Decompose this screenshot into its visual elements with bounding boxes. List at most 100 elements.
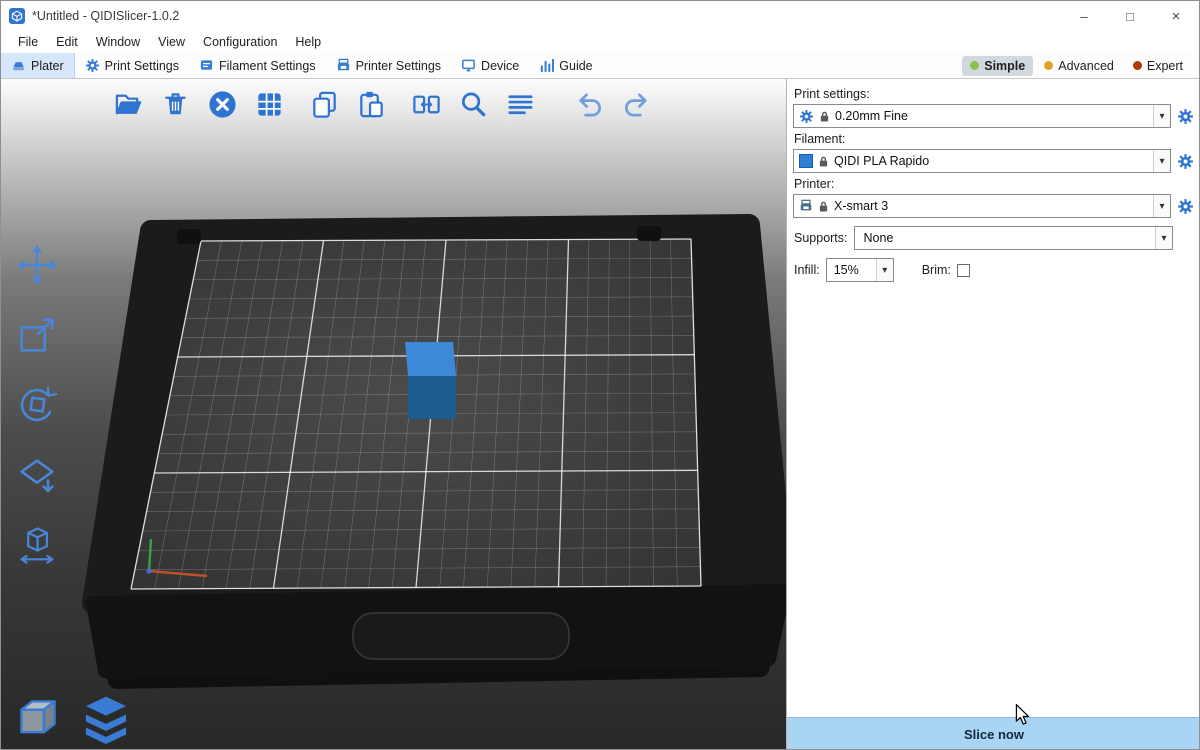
tab-label: Filament Settings <box>219 59 316 73</box>
advanced-dot-icon <box>1044 61 1053 70</box>
lock-icon <box>818 200 829 213</box>
redo-button[interactable] <box>617 85 655 123</box>
edit-printer-button[interactable] <box>1175 196 1195 216</box>
window-title: *Untitled - QIDISlicer-1.0.2 <box>32 9 179 23</box>
paste-button[interactable] <box>352 85 390 123</box>
menu-window[interactable]: Window <box>87 35 149 49</box>
chevron-down-icon[interactable]: ▾ <box>1155 227 1172 249</box>
print-settings-combo[interactable]: 0.20mm Fine ▾ <box>793 104 1171 128</box>
view-toolbar <box>9 689 135 747</box>
chevron-down-icon[interactable]: ▾ <box>1153 105 1170 127</box>
preview-layers-icon <box>80 692 132 744</box>
minimize-icon[interactable]: – <box>1061 1 1107 31</box>
filament-combo[interactable]: QIDI PLA Rapido ▾ <box>793 149 1171 173</box>
tab-printer-settings[interactable]: Printer Settings <box>326 53 451 78</box>
search-button[interactable] <box>454 85 492 123</box>
menu-configuration[interactable]: Configuration <box>194 35 286 49</box>
slice-now-button[interactable]: Slice now <box>787 717 1200 750</box>
app-window: *Untitled - QIDISlicer-1.0.2 – □ × File … <box>0 0 1200 750</box>
tab-plater[interactable]: Plater <box>1 53 75 78</box>
move-icon <box>15 243 59 287</box>
editor-cube-icon <box>12 692 64 744</box>
menu-file[interactable]: File <box>9 35 47 49</box>
lock-icon <box>819 110 830 123</box>
arrange-icon <box>254 89 285 120</box>
rotate-button[interactable] <box>11 379 63 431</box>
settings-panel: Print settings: 0.20mm Fine ▾ <box>786 79 1200 750</box>
preview-view-button[interactable] <box>77 689 135 747</box>
tab-label: Printer Settings <box>356 59 441 73</box>
lock-icon <box>818 155 829 168</box>
mode-label: Simple <box>984 59 1025 73</box>
edit-print-settings-button[interactable] <box>1175 106 1195 126</box>
print-settings-label: Print settings: <box>794 87 1194 101</box>
tab-guide[interactable]: Guide <box>529 53 602 78</box>
arrange-button[interactable] <box>250 85 288 123</box>
search-icon <box>458 89 489 120</box>
infill-label: Infill: <box>794 263 820 277</box>
menu-help[interactable]: Help <box>286 35 330 49</box>
printer-label: Printer: <box>794 177 1194 191</box>
bed-clip <box>637 226 661 241</box>
close-icon[interactable]: × <box>1153 1 1199 31</box>
mode-simple[interactable]: Simple <box>962 56 1033 76</box>
copy-icon <box>309 89 340 120</box>
infill-combo[interactable]: 15% ▾ <box>826 258 894 282</box>
measure-button[interactable] <box>11 519 63 571</box>
delete-button[interactable] <box>156 85 194 123</box>
paste-icon <box>356 89 387 120</box>
device-icon <box>461 58 476 73</box>
gear-icon <box>1177 198 1194 215</box>
maximize-icon[interactable]: □ <box>1107 1 1153 31</box>
measure-icon <box>15 523 59 567</box>
scale-icon <box>15 313 59 357</box>
tab-filament-settings[interactable]: Filament Settings <box>189 53 326 78</box>
guide-icon <box>539 58 554 73</box>
tab-device[interactable]: Device <box>451 53 529 78</box>
menu-view[interactable]: View <box>149 35 194 49</box>
gear-icon <box>85 58 100 73</box>
trash-icon <box>160 89 191 120</box>
scene-3d[interactable] <box>1 79 786 750</box>
mode-advanced[interactable]: Advanced <box>1036 56 1122 76</box>
menu-edit[interactable]: Edit <box>47 35 87 49</box>
undo-button[interactable] <box>570 85 608 123</box>
scale-button[interactable] <box>11 309 63 361</box>
tab-print-settings[interactable]: Print Settings <box>75 53 189 78</box>
supports-value: None <box>860 231 1150 245</box>
move-button[interactable] <box>11 239 63 291</box>
supports-combo[interactable]: None ▾ <box>854 226 1173 250</box>
bed-handle <box>353 613 569 659</box>
rotate-icon <box>15 383 59 427</box>
tab-label: Print Settings <box>105 59 179 73</box>
mode-expert[interactable]: Expert <box>1125 56 1191 76</box>
open-button[interactable] <box>109 85 147 123</box>
printer-icon <box>336 58 351 73</box>
brim-checkbox[interactable] <box>957 264 970 277</box>
tab-label: Guide <box>559 59 592 73</box>
printer-icon <box>799 199 813 213</box>
brim-label: Brim: <box>922 263 951 277</box>
tab-label: Plater <box>31 59 64 73</box>
editor-view-button[interactable] <box>9 689 67 747</box>
undo-icon <box>574 89 605 120</box>
filament-icon <box>199 58 214 73</box>
gear-icon <box>799 109 814 124</box>
chevron-down-icon[interactable]: ▾ <box>1153 195 1170 217</box>
viewport-3d[interactable] <box>1 79 786 750</box>
place-on-face-button[interactable] <box>11 449 63 501</box>
printer-value: X-smart 3 <box>834 199 1148 213</box>
chevron-down-icon[interactable]: ▾ <box>876 259 893 281</box>
chevron-down-icon[interactable]: ▾ <box>1153 150 1170 172</box>
edit-filament-button[interactable] <box>1175 151 1195 171</box>
split-button[interactable] <box>407 85 445 123</box>
filament-label: Filament: <box>794 132 1194 146</box>
printer-combo[interactable]: X-smart 3 ▾ <box>793 194 1171 218</box>
delete-all-button[interactable] <box>203 85 241 123</box>
copy-button[interactable] <box>305 85 343 123</box>
printer-bed <box>93 225 784 681</box>
app-logo-icon <box>9 8 25 24</box>
layers-button[interactable] <box>501 85 539 123</box>
mode-label: Advanced <box>1058 59 1114 73</box>
model-cube[interactable] <box>405 342 456 419</box>
